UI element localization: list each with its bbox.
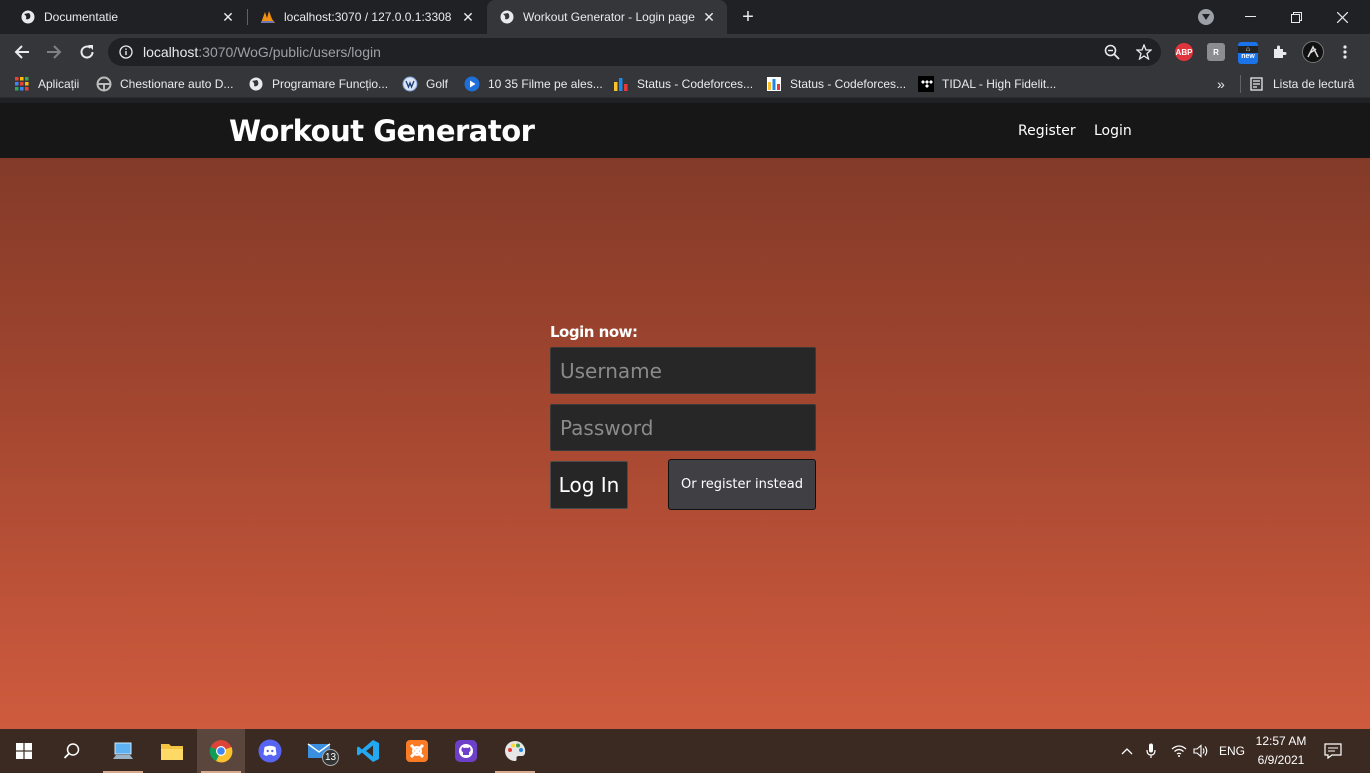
address-bar[interactable]: localhost:3070/WoG/public/users/login: [108, 38, 1161, 66]
discord-icon[interactable]: [246, 729, 294, 773]
tab-documentatie[interactable]: Documentatie ✕: [8, 0, 246, 34]
chrome-menu-icon[interactable]: [1336, 43, 1354, 61]
xampp-icon[interactable]: [393, 729, 441, 773]
apps-grid-icon: [14, 76, 30, 92]
bookmark-filme[interactable]: 10 35 Filme pe ales...: [464, 75, 603, 93]
nav-register-link[interactable]: Register: [1018, 123, 1076, 139]
browser-tab-strip: Documentatie ✕ localhost:3070 / 127.0.0.…: [0, 0, 1370, 34]
volume-icon[interactable]: [1193, 729, 1209, 773]
search-icon[interactable]: [48, 729, 96, 773]
bookmark-chestionare[interactable]: Chestionare auto D...: [96, 75, 233, 93]
input-language[interactable]: ENG: [1219, 729, 1245, 773]
minimize-icon[interactable]: [1227, 0, 1273, 34]
windows-start-icon[interactable]: [0, 729, 48, 773]
system-clock[interactable]: 12:57 AM 6/9/2021: [1252, 732, 1310, 770]
bookmark-golf[interactable]: Golf: [402, 75, 448, 93]
more-bookmarks-icon[interactable]: »: [1217, 75, 1225, 93]
new-tab-icon[interactable]: +: [738, 7, 758, 27]
codeforces-icon: [613, 76, 629, 92]
tidal-icon: [918, 76, 934, 92]
bookmark-label: Aplicații: [38, 77, 80, 91]
reload-icon[interactable]: [75, 40, 99, 64]
bookmark-label: 10 35 Filme pe ales...: [488, 77, 603, 91]
tab-title: localhost:3070 / 127.0.0.1:3308 /: [284, 10, 454, 24]
tab-workout-generator[interactable]: Workout Generator - Login page ✕: [487, 0, 727, 34]
extension-new-icon[interactable]: ⌂ new: [1238, 42, 1258, 64]
extensions-puzzle-icon[interactable]: [1271, 43, 1289, 61]
extension-r-icon[interactable]: R: [1207, 43, 1225, 61]
tab-title: Workout Generator - Login page: [523, 10, 695, 24]
close-tab-icon[interactable]: ✕: [701, 9, 717, 25]
page-content: Workout Generator Register Login Login n…: [0, 103, 1370, 729]
bookmark-star-icon[interactable]: [1135, 43, 1153, 61]
clock-date: 6/9/2021: [1257, 753, 1305, 767]
bookmark-label: Status - Codeforces...: [637, 77, 754, 91]
site-logo[interactable]: Workout Generator: [229, 114, 535, 148]
this-pc-icon[interactable]: [99, 729, 147, 773]
bookmark-codeforces-1[interactable]: Status - Codeforces...: [613, 75, 753, 93]
restore-icon[interactable]: [1273, 0, 1319, 34]
ext-top-label: ⌂: [1238, 46, 1258, 53]
bookmark-label: Chestionare auto D...: [120, 77, 234, 91]
ext-new-label: new: [1241, 53, 1255, 60]
vscode-icon[interactable]: [344, 729, 392, 773]
codeforces-icon: [766, 76, 782, 92]
mail-unread-badge: 13: [322, 749, 339, 766]
file-explorer-icon[interactable]: [148, 729, 196, 773]
site-header: Workout Generator Register Login: [0, 103, 1370, 158]
bookmark-apps[interactable]: Aplicații: [14, 75, 79, 93]
phpmyadmin-icon: [260, 9, 276, 25]
password-input[interactable]: [550, 404, 816, 451]
reading-list-label: Lista de lectură: [1273, 77, 1355, 91]
globe-icon: [499, 9, 515, 25]
url-text: localhost:3070/WoG/public/users/login: [143, 44, 381, 60]
bookmark-tidal[interactable]: TIDAL - High Fidelit...: [918, 75, 1056, 93]
reading-list[interactable]: Lista de lectură: [1240, 75, 1354, 93]
github-desktop-icon[interactable]: [442, 729, 490, 773]
bookmark-programare[interactable]: Programare Funcțio...: [248, 75, 388, 93]
register-instead-button[interactable]: Or register instead: [668, 459, 816, 510]
profile-avatar[interactable]: [1302, 41, 1324, 63]
close-tab-icon[interactable]: ✕: [460, 9, 476, 25]
tab-search-icon[interactable]: [1198, 9, 1214, 25]
login-heading: Login now:: [550, 323, 638, 341]
close-window-icon[interactable]: [1319, 0, 1365, 34]
bookmark-label: Status - Codeforces...: [790, 77, 907, 91]
url-path: :3070/WoG/public/users/login: [198, 44, 381, 60]
info-icon[interactable]: [118, 44, 134, 60]
bookmark-label: Programare Funcțio...: [272, 77, 389, 91]
bookmarks-bar: Aplicații Chestionare auto D... Programa…: [0, 70, 1370, 98]
adblock-label: ABP: [1175, 47, 1193, 57]
globe-icon: [20, 9, 36, 25]
globe-icon: [248, 76, 264, 92]
mail-icon[interactable]: 13: [295, 729, 343, 773]
close-tab-icon[interactable]: ✕: [220, 9, 236, 25]
adblock-plus-icon[interactable]: ABP: [1175, 43, 1193, 61]
login-button[interactable]: Log In: [550, 461, 628, 509]
paint-icon[interactable]: [491, 729, 539, 773]
tab-phpmyadmin[interactable]: localhost:3070 / 127.0.0.1:3308 / ✕: [248, 0, 486, 34]
windows-taskbar: 13 ENG 12:57 AM 6/9/2021: [0, 729, 1370, 773]
bookmark-label: Golf: [426, 77, 449, 91]
clock-time: 12:57 AM: [1255, 734, 1307, 748]
tab-title: Documentatie: [44, 10, 119, 24]
forward-arrow-icon[interactable]: [42, 40, 66, 64]
back-arrow-icon[interactable]: [10, 40, 34, 64]
nav-login-link[interactable]: Login: [1094, 123, 1132, 139]
chrome-icon[interactable]: [197, 729, 245, 773]
wifi-icon[interactable]: [1171, 729, 1187, 773]
play-icon: [464, 76, 480, 92]
url-host: localhost: [143, 44, 199, 60]
bookmark-codeforces-2[interactable]: Status - Codeforces...: [766, 75, 906, 93]
steering-wheel-icon: [96, 76, 112, 92]
zoom-icon[interactable]: [1104, 44, 1120, 60]
browser-toolbar: localhost:3070/WoG/public/users/login AB…: [0, 34, 1370, 70]
vw-logo-icon: [402, 76, 418, 92]
show-hidden-icons[interactable]: [1121, 729, 1133, 773]
username-input[interactable]: [550, 347, 816, 394]
bookmark-label: TIDAL - High Fidelit...: [942, 77, 1057, 91]
microphone-icon[interactable]: [1146, 729, 1156, 773]
reading-list-icon: [1249, 76, 1265, 92]
notifications-icon[interactable]: [1324, 729, 1342, 773]
